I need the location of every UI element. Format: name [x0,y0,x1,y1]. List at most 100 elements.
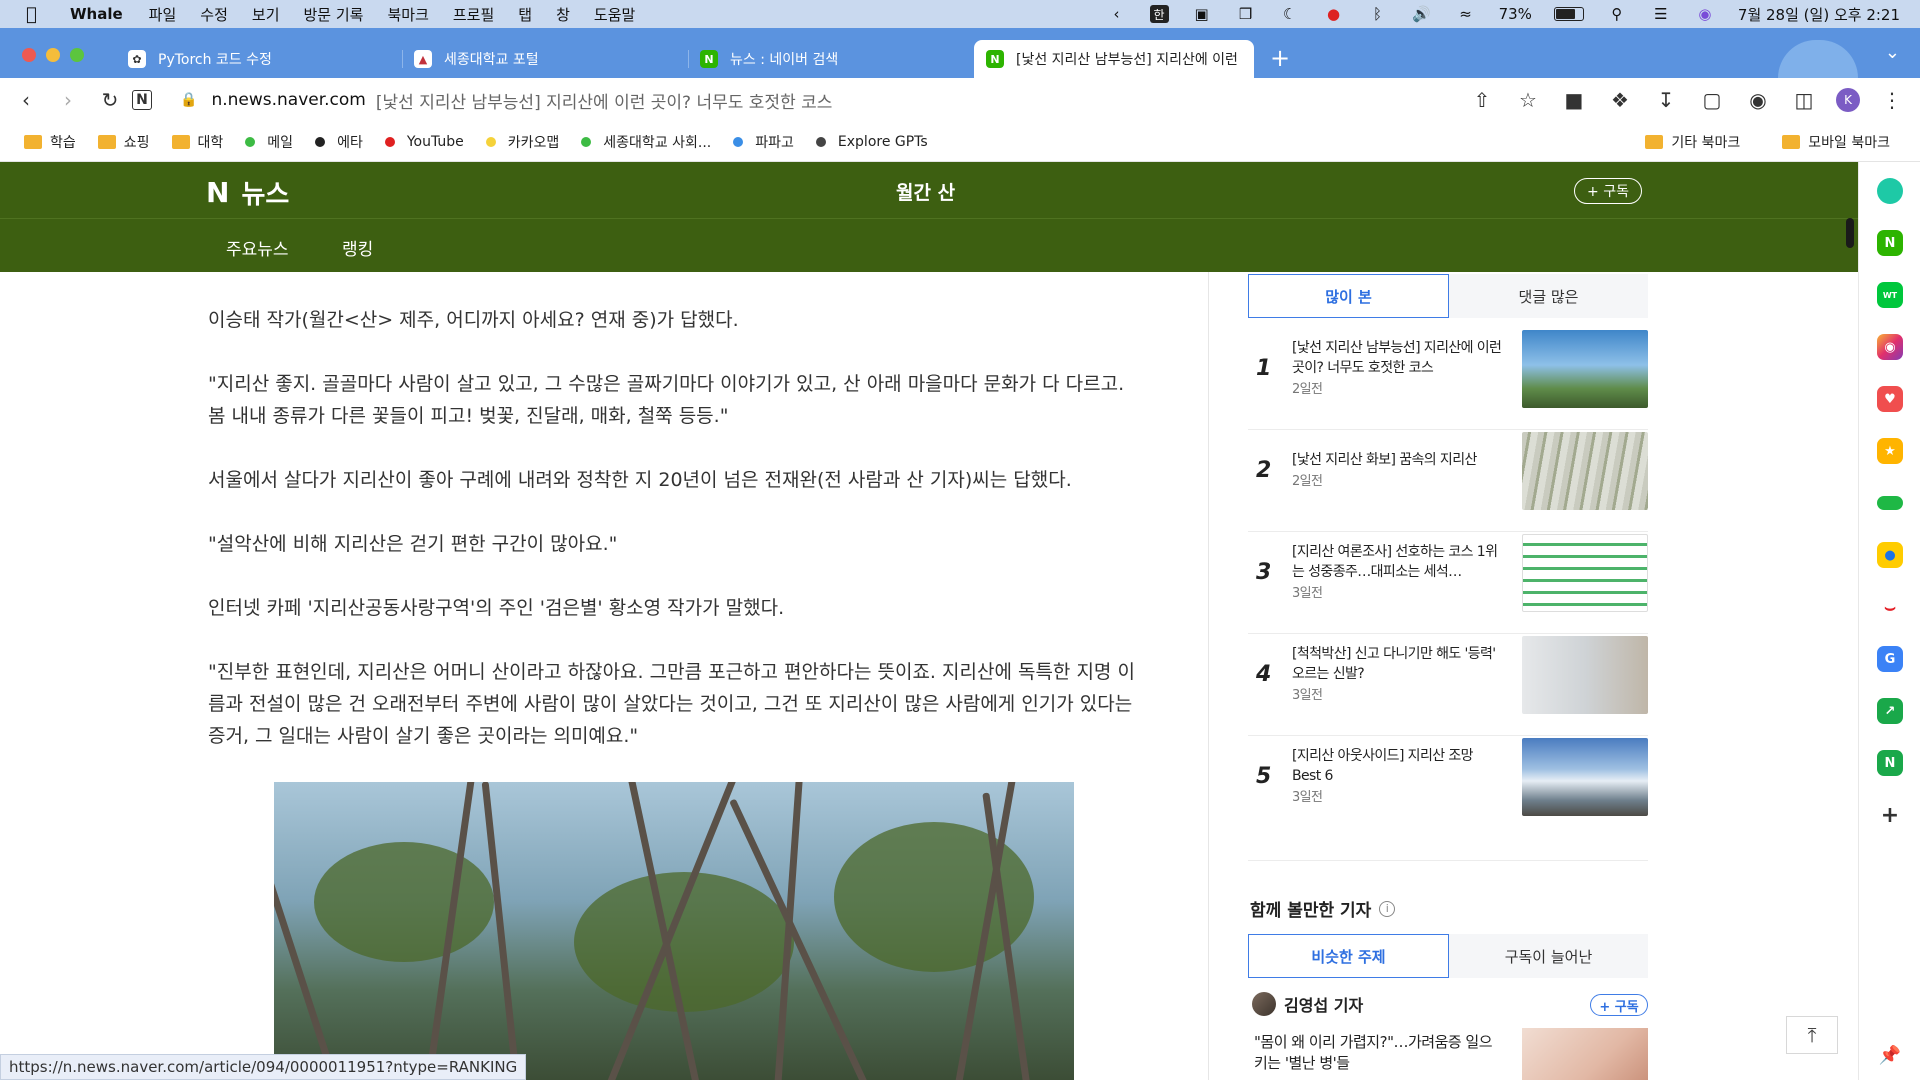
reporter-article-thumbnail[interactable] [1522,1028,1648,1080]
bookmark-sejong-social[interactable]: 세종대학교 사회... [581,132,711,152]
ranking-thumbnail[interactable] [1522,738,1648,816]
menu-bookmarks[interactable]: 북마크 [387,4,428,25]
bluetooth-icon[interactable]: ᛒ [1367,5,1389,23]
nav-main-news[interactable]: 주요뉴스 [226,235,289,260]
scrollbar-thumb[interactable] [1846,218,1854,248]
tab-growing-subscriptions[interactable]: 구독이 늘어난 [1449,934,1648,978]
ranking-thumbnail[interactable] [1522,636,1648,714]
tab-most-viewed[interactable]: 많이 본 [1248,274,1449,318]
menu-help[interactable]: 도움말 [594,4,635,25]
bookmark-folder-shopping[interactable]: 쇼핑 [97,132,150,152]
wifi-icon[interactable]: ≈ [1455,5,1477,23]
new-tab-button[interactable]: + [1270,44,1290,72]
menu-file[interactable]: 파일 [149,4,177,25]
bookmark-explore-gpts[interactable]: Explore GPTs [815,134,928,150]
battery-icon[interactable] [1553,7,1584,21]
notification-app-icon[interactable]: ● [1323,5,1345,23]
tab-sejong-portal[interactable]: ▲ 세종대학교 포털 [402,40,682,78]
ranking-thumbnail[interactable] [1522,534,1648,612]
smile-icon[interactable]: ⌣ [1877,594,1903,620]
battery-tool-icon[interactable] [1877,496,1903,510]
siri-icon[interactable]: ◉ [1694,5,1716,23]
app-menu-whale[interactable]: Whale [70,5,123,23]
chevron-left-icon[interactable]: ‹ [1106,5,1128,23]
reporter-article-title[interactable]: "몸이 왜 이리 가렵지?"…가려움증 일으키는 '별난 병'들 [1254,1032,1504,1074]
subscribe-button[interactable]: + 구독 [1574,178,1642,204]
capture-icon[interactable]: ◉ [1744,86,1772,114]
translate-icon[interactable]: G [1877,646,1903,672]
extensions-icon[interactable]: ❖ [1606,86,1634,114]
menu-view[interactable]: 보기 [252,4,280,25]
bookmark-youtube[interactable]: YouTube [384,134,464,150]
bookmark-folder-other[interactable]: 기타 북마크 [1645,132,1740,152]
forward-button[interactable]: › [54,86,82,114]
more-menu-icon[interactable]: ⋮ [1878,86,1906,114]
bookmark-star-icon[interactable]: ☆ [1514,86,1542,114]
stock-chart-icon[interactable]: ↗ [1877,698,1903,724]
naver-news-logo[interactable]: N 뉴스 [206,174,289,211]
lock-icon[interactable]: 🔒 [180,92,197,108]
add-sidebar-app-icon[interactable]: + [1877,802,1903,828]
window-close-button[interactable] [22,48,36,62]
screen-mirroring-icon[interactable]: ❒ [1235,5,1257,23]
bookmark-papago[interactable]: 파파고 [733,132,794,152]
window-zoom-button[interactable] [70,48,84,62]
webtoon-icon[interactable]: WT [1877,282,1903,308]
bookmark-everytime[interactable]: 에타 [315,132,363,152]
ranking-item[interactable]: 1 [낯선 지리산 남부능선] 지리산에 이런 곳이? 너무도 호젓한 코스 2… [1248,330,1648,430]
ranking-thumbnail[interactable] [1522,330,1648,408]
favorites-star-icon[interactable]: ★ [1877,438,1903,464]
bookmark-folder-university[interactable]: 대학 [171,132,223,152]
control-center-icon[interactable]: ☰ [1650,5,1672,23]
menubar-clock[interactable]: 7월 28일 (일) 오후 2:21 [1738,4,1900,25]
menu-window[interactable]: 창 [556,4,570,25]
bookmark-folder-mobile[interactable]: 모바일 북마크 [1782,132,1890,152]
menu-history[interactable]: 방문 기록 [304,4,364,25]
display-icon[interactable]: ▣ [1191,5,1213,23]
pin-icon[interactable]: 📌 [1877,1042,1903,1068]
ranking-item[interactable]: 3 [지리산 여론조사] 선호하는 코스 1위는 성중종주…대피소는 세석… 3… [1248,534,1648,634]
instagram-icon[interactable]: ◉ [1877,334,1903,360]
menu-edit[interactable]: 수정 [200,4,228,25]
info-icon[interactable]: i [1379,900,1396,917]
menu-tab[interactable]: 탭 [518,4,532,25]
volume-icon[interactable]: 🔊 [1411,5,1433,23]
ranking-thumbnail[interactable] [1522,432,1648,510]
naver-icon[interactable]: N [1877,230,1903,256]
profile-avatar[interactable]: K [1836,88,1860,112]
ranking-item[interactable]: 2 [낯선 지리산 화보] 꿈속의 지리산 2일전 [1248,432,1648,532]
back-button[interactable]: ‹ [12,86,40,114]
address-bar[interactable]: 🔒 n.news.naver.com [낯선 지리산 남부능선] 지리산에 이런… [180,84,1500,116]
reporter-profile[interactable]: 김영섭 기자 [1252,992,1363,1016]
reload-button[interactable]: ↻ [96,86,124,114]
tab-pytorch[interactable]: ✿ PyTorch 코드 수정 [116,40,396,78]
download-icon[interactable]: ↧ [1652,86,1680,114]
pocket-icon[interactable]: ♥ [1877,386,1903,412]
ranking-item[interactable]: 4 [척척박산] 신고 다니기만 해도 '등력' 오르는 신발? 3일전 [1248,636,1648,736]
bookmark-mail[interactable]: 메일 [245,132,293,152]
nav-ranking[interactable]: 랭킹 [342,235,373,260]
whale-space-icon[interactable] [1877,178,1903,204]
ranking-item[interactable]: 5 [지리산 아웃사이드] 지리산 조망 Best 6 3일전 [1248,738,1648,838]
moon-icon[interactable]: ☾ [1279,5,1301,23]
share-icon[interactable]: ⇧ [1468,86,1496,114]
naver-home-icon[interactable]: N [132,90,152,110]
video-camera-icon[interactable]: ■ [1560,86,1588,114]
split-view-icon[interactable]: ◫ [1790,86,1818,114]
window-minimize-button[interactable] [46,48,60,62]
input-source-indicator[interactable]: 한 [1149,5,1169,23]
spotlight-search-icon[interactable]: ⚲ [1606,5,1628,23]
tab-list-chevron-icon[interactable]: ⌄ [1885,42,1900,63]
bookmark-folder-study[interactable]: 학습 [24,132,76,152]
tab-naver-search[interactable]: N 뉴스 : 네이버 검색 [688,40,968,78]
map-pin-icon[interactable]: ● [1877,542,1903,568]
apple-menu-icon[interactable]:  [26,4,48,25]
tab-most-commented[interactable]: 댓글 많은 [1449,274,1648,318]
bookmark-kakaomap[interactable]: 카카오맵 [485,132,559,152]
mobile-screen-icon[interactable]: ▢ [1698,86,1726,114]
menu-profile[interactable]: 프로필 [453,4,494,25]
scroll-to-top-button[interactable]: ⤒ [1786,1016,1838,1054]
naver-cloud-icon[interactable]: N [1877,750,1903,776]
press-name[interactable]: 월간 산 [896,178,955,205]
tab-active-article[interactable]: N [낯선 지리산 남부능선] 지리산에 이런 [974,40,1254,78]
